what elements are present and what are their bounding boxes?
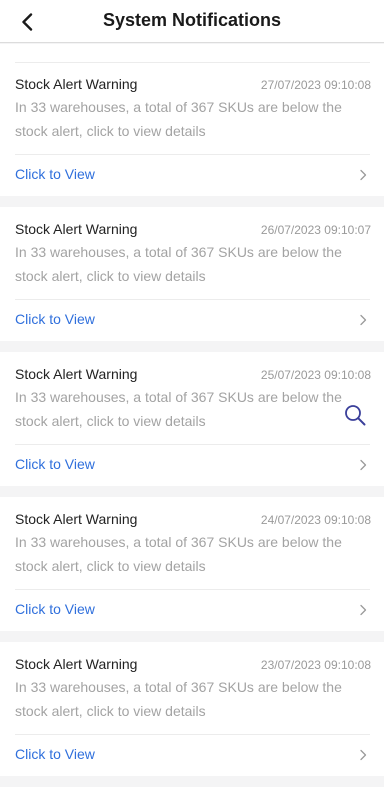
notification-title: Stock Alert Warning [15, 76, 138, 92]
notification-card: Stock Alert Warning 27/07/2023 09:10:08 … [0, 44, 384, 196]
divider [15, 62, 370, 63]
notification-description: In 33 warehouses, a total of 367 SKUs ar… [15, 679, 342, 719]
notification-description: In 33 warehouses, a total of 367 SKUs ar… [15, 99, 342, 139]
click-to-view-link[interactable]: Click to View [15, 746, 95, 762]
notification-title: Stock Alert Warning [15, 221, 138, 237]
notification-time: 26/07/2023 09:10:07 [260, 223, 371, 237]
notification-title: Stock Alert Warning [15, 366, 138, 382]
notification-card: Stock Alert Warning 23/07/2023 09:10:08 … [0, 642, 384, 776]
page-title: System Notifications [102, 10, 282, 30]
chevron-right-icon [360, 749, 367, 761]
chevron-right-icon [360, 459, 367, 471]
chevron-right-icon [360, 604, 367, 616]
notification-time: 24/07/2023 09:10:08 [260, 513, 371, 527]
notification-list: Stock Alert Warning 27/07/2023 09:10:08 … [0, 44, 384, 787]
view-details-row[interactable]: Click to View [0, 735, 384, 775]
click-to-view-link[interactable]: Click to View [15, 456, 95, 472]
notification-description: In 33 warehouses, a total of 367 SKUs ar… [15, 244, 342, 284]
view-details-row[interactable]: Click to View [0, 445, 384, 485]
click-to-view-link[interactable]: Click to View [15, 166, 95, 182]
click-to-view-link[interactable]: Click to View [15, 601, 95, 617]
chevron-right-icon [360, 169, 367, 181]
notification-time: 25/07/2023 09:10:08 [260, 368, 371, 382]
notification-card: Stock Alert Warning 25/07/2023 09:10:08 … [0, 352, 384, 486]
notification-card: Stock Alert Warning 24/07/2023 09:10:08 … [0, 497, 384, 631]
notification-title: Stock Alert Warning [15, 511, 138, 527]
notification-description: In 33 warehouses, a total of 367 SKUs ar… [15, 534, 342, 574]
notification-description: In 33 warehouses, a total of 367 SKUs ar… [15, 389, 342, 429]
click-to-view-link[interactable]: Click to View [15, 311, 95, 327]
header-bar: System Notifications [0, 0, 384, 43]
search-icon[interactable] [343, 403, 367, 427]
notification-time: 23/07/2023 09:10:08 [260, 658, 371, 672]
notification-time: 27/07/2023 09:10:08 [260, 78, 371, 92]
view-details-row[interactable]: Click to View [0, 300, 384, 340]
view-details-row[interactable]: Click to View [0, 155, 384, 195]
notification-card: Stock Alert Warning 26/07/2023 09:10:07 … [0, 207, 384, 341]
chevron-right-icon [360, 314, 367, 326]
notification-title: Stock Alert Warning [15, 656, 138, 672]
view-details-row[interactable]: Click to View [0, 590, 384, 630]
